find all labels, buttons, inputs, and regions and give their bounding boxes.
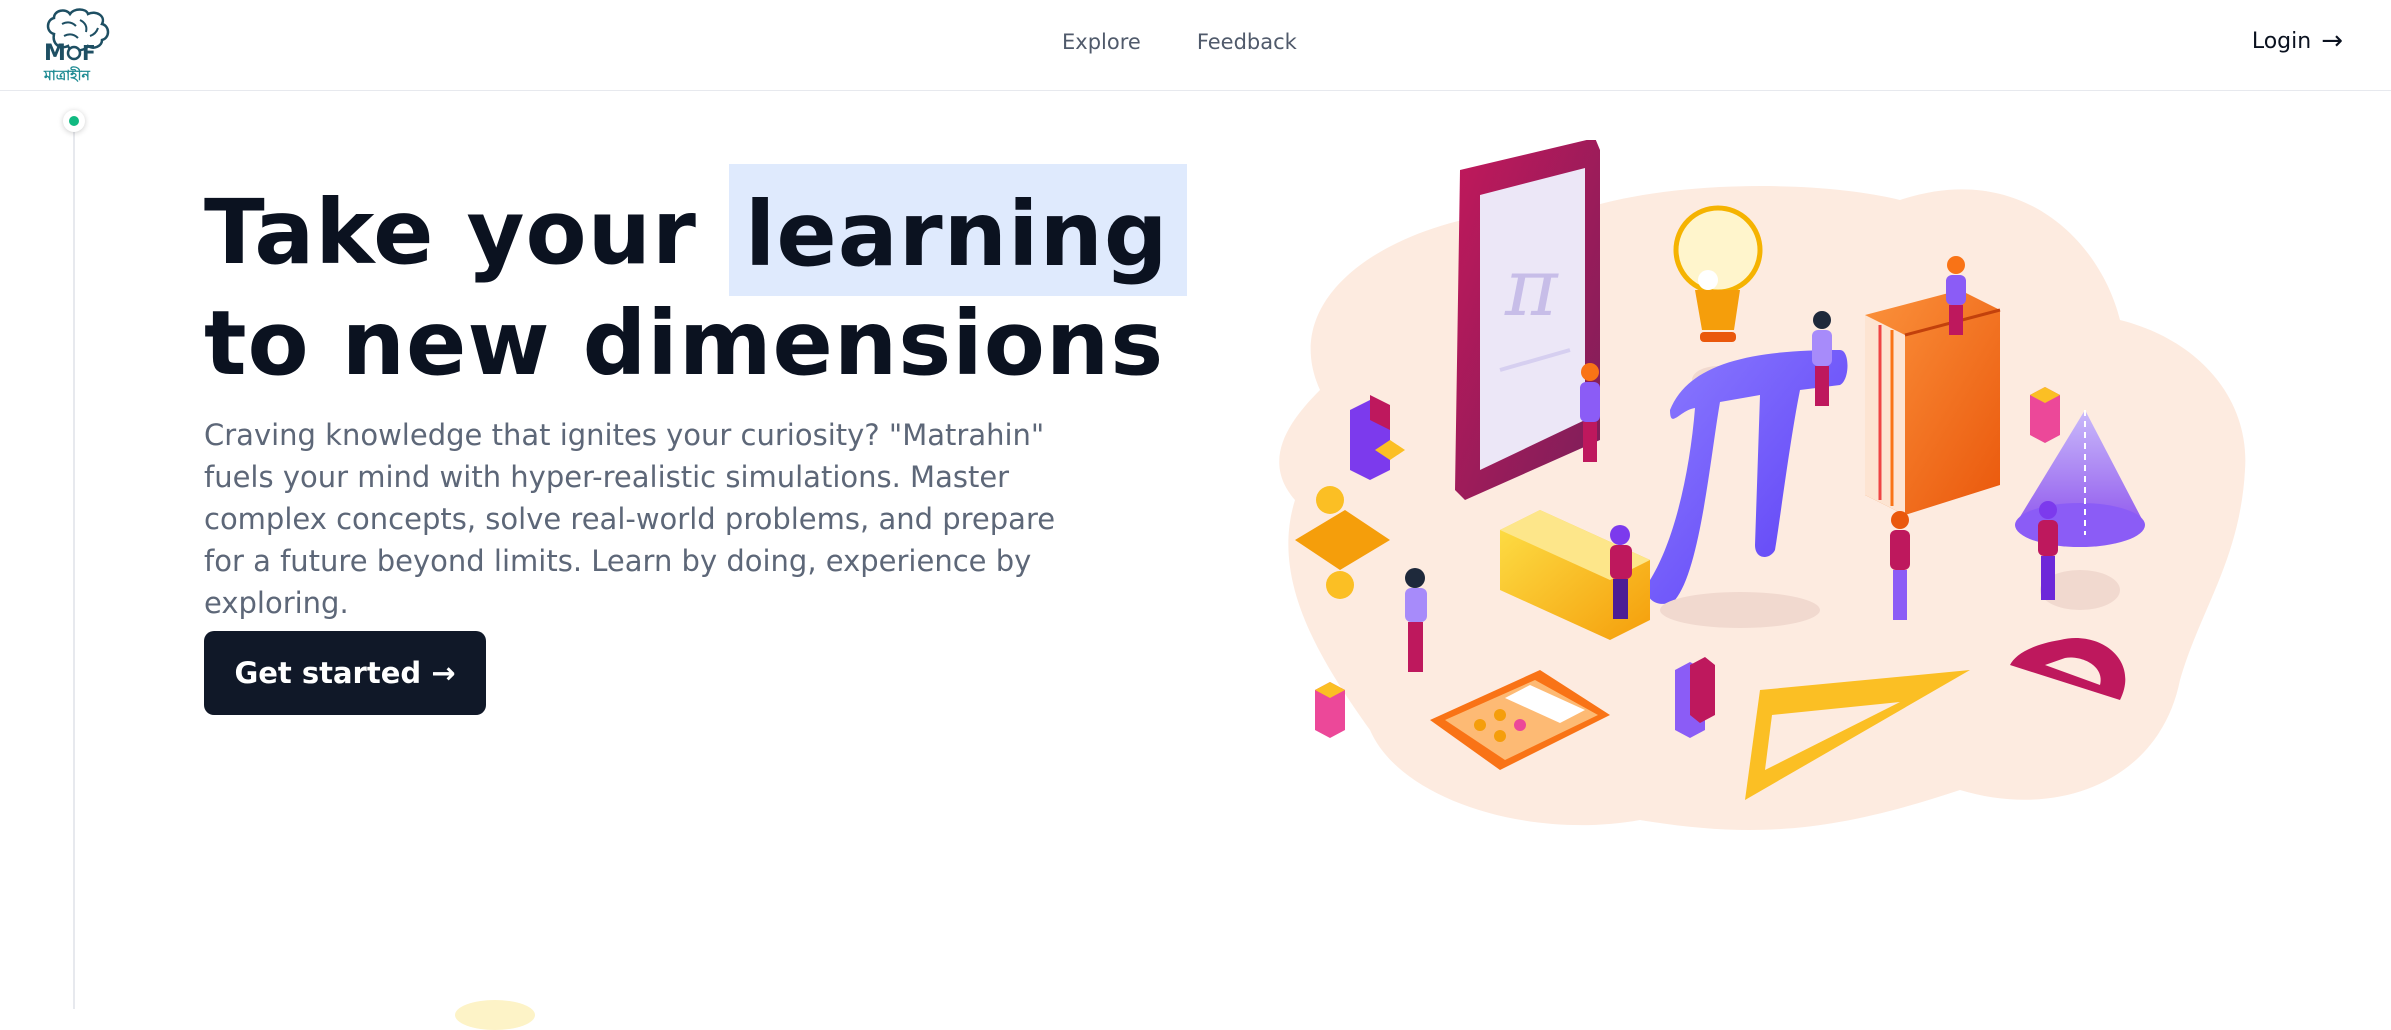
tablet-pi: π: [1455, 140, 1600, 500]
timeline-dot: [63, 110, 85, 132]
nav-feedback-link[interactable]: Feedback: [1197, 30, 1297, 54]
math-learning-illustration: π: [1279, 140, 2246, 831]
hero-title-text: Take your: [204, 180, 697, 284]
get-started-button[interactable]: Get started →: [204, 631, 486, 715]
logo-wordmark: মাত্রাহীন: [43, 66, 91, 84]
brain-logo-icon: M F মাত্রাহীন: [43, 8, 110, 84]
brand-logo[interactable]: M F মাত্রাহীন: [40, 6, 115, 84]
login-button[interactable]: Login →: [2252, 28, 2343, 54]
login-label: Login: [2251, 28, 2312, 54]
primary-nav: Explore Feedback: [1062, 30, 1297, 54]
hero-title: Take your learning to new dimensions: [204, 164, 1187, 395]
svg-text:M: M: [44, 41, 66, 66]
person-bulb: [1812, 311, 1832, 406]
hero-title-highlight: learning: [728, 164, 1187, 296]
top-nav-bar: M F মাত্রাহীন Explore Feedback Login →: [0, 0, 2391, 91]
hero-title-line-2: to new dimensions: [204, 291, 1165, 395]
nav-explore-link[interactable]: Explore: [1062, 30, 1141, 54]
person-books: [1946, 256, 1966, 335]
books-stack: [1865, 290, 2001, 515]
hero-illustration: π: [1200, 140, 2260, 850]
hero-description: Craving knowledge that ignites your curi…: [204, 418, 1056, 620]
timeline-line: [73, 120, 75, 1009]
hero-title-line-1: Take your learning: [204, 164, 1187, 296]
bottom-decoration: [455, 1000, 535, 1030]
arrow-right-icon: →: [2321, 26, 2343, 56]
svg-text:F: F: [82, 41, 96, 65]
svg-text:π: π: [1504, 241, 1559, 334]
